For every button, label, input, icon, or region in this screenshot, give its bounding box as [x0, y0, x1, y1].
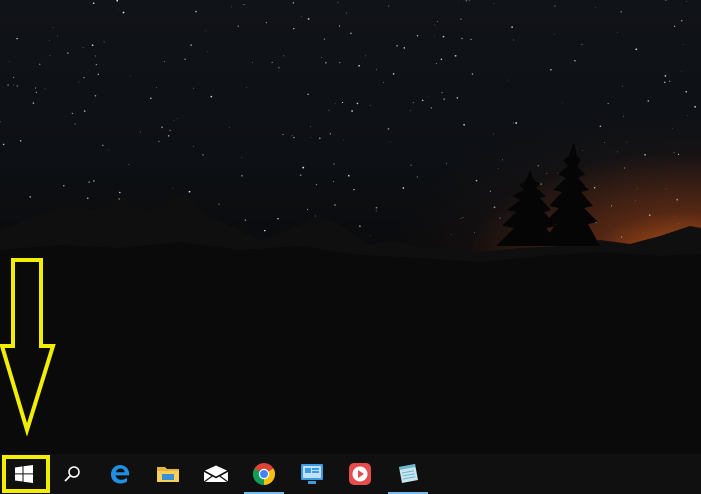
- windows-logo-icon: [15, 465, 33, 483]
- media-player-button[interactable]: [336, 454, 384, 494]
- edge-icon: [111, 465, 130, 484]
- search-button[interactable]: [48, 454, 96, 494]
- yellow-down-arrow: [0, 258, 56, 436]
- pine-trees: [496, 142, 600, 246]
- taskbar: [0, 454, 701, 494]
- file-explorer-button[interactable]: [144, 454, 192, 494]
- folder-icon: [157, 467, 179, 482]
- desktop-wallpaper: [0, 0, 701, 454]
- mail-button[interactable]: [192, 454, 240, 494]
- remote-desktop-icon: [301, 464, 323, 484]
- mountain-silhouette: [0, 142, 701, 454]
- edge-button[interactable]: [96, 454, 144, 494]
- start-button[interactable]: [0, 454, 48, 494]
- play-icon: [349, 463, 371, 485]
- notepad-icon: [399, 464, 418, 483]
- remote-app-button[interactable]: [288, 454, 336, 494]
- notes-app-button[interactable]: [384, 454, 432, 494]
- mail-icon: [203, 465, 229, 483]
- chrome-icon: [253, 463, 275, 485]
- search-icon: [64, 466, 80, 482]
- chrome-button[interactable]: [240, 454, 288, 494]
